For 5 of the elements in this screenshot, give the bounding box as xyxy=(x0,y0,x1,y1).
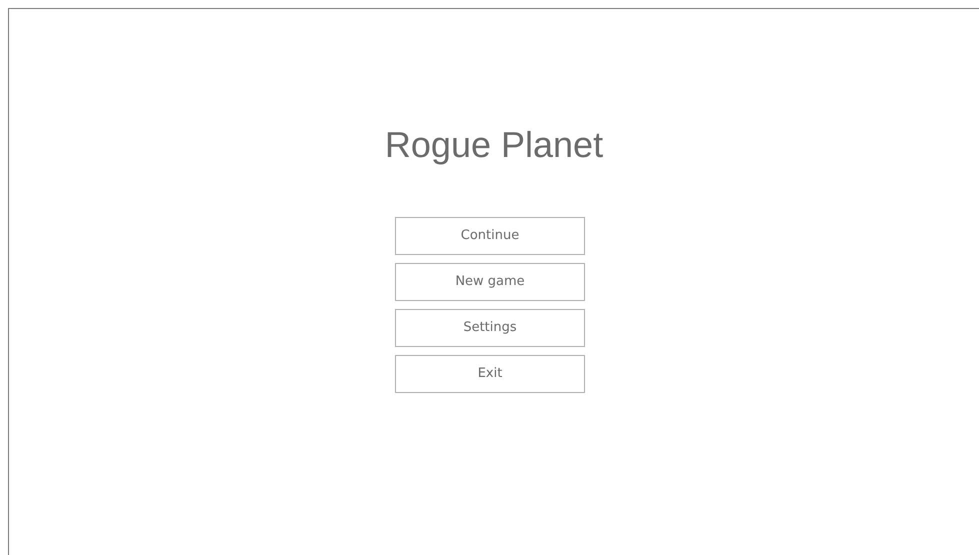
menu-button[interactable]: Continue xyxy=(395,217,585,255)
menu-button[interactable]: Settings xyxy=(395,309,585,347)
menu-button[interactable]: New game xyxy=(395,263,585,301)
game-title: Rogue Planet xyxy=(384,123,604,167)
menu-button[interactable]: Exit xyxy=(395,355,585,393)
